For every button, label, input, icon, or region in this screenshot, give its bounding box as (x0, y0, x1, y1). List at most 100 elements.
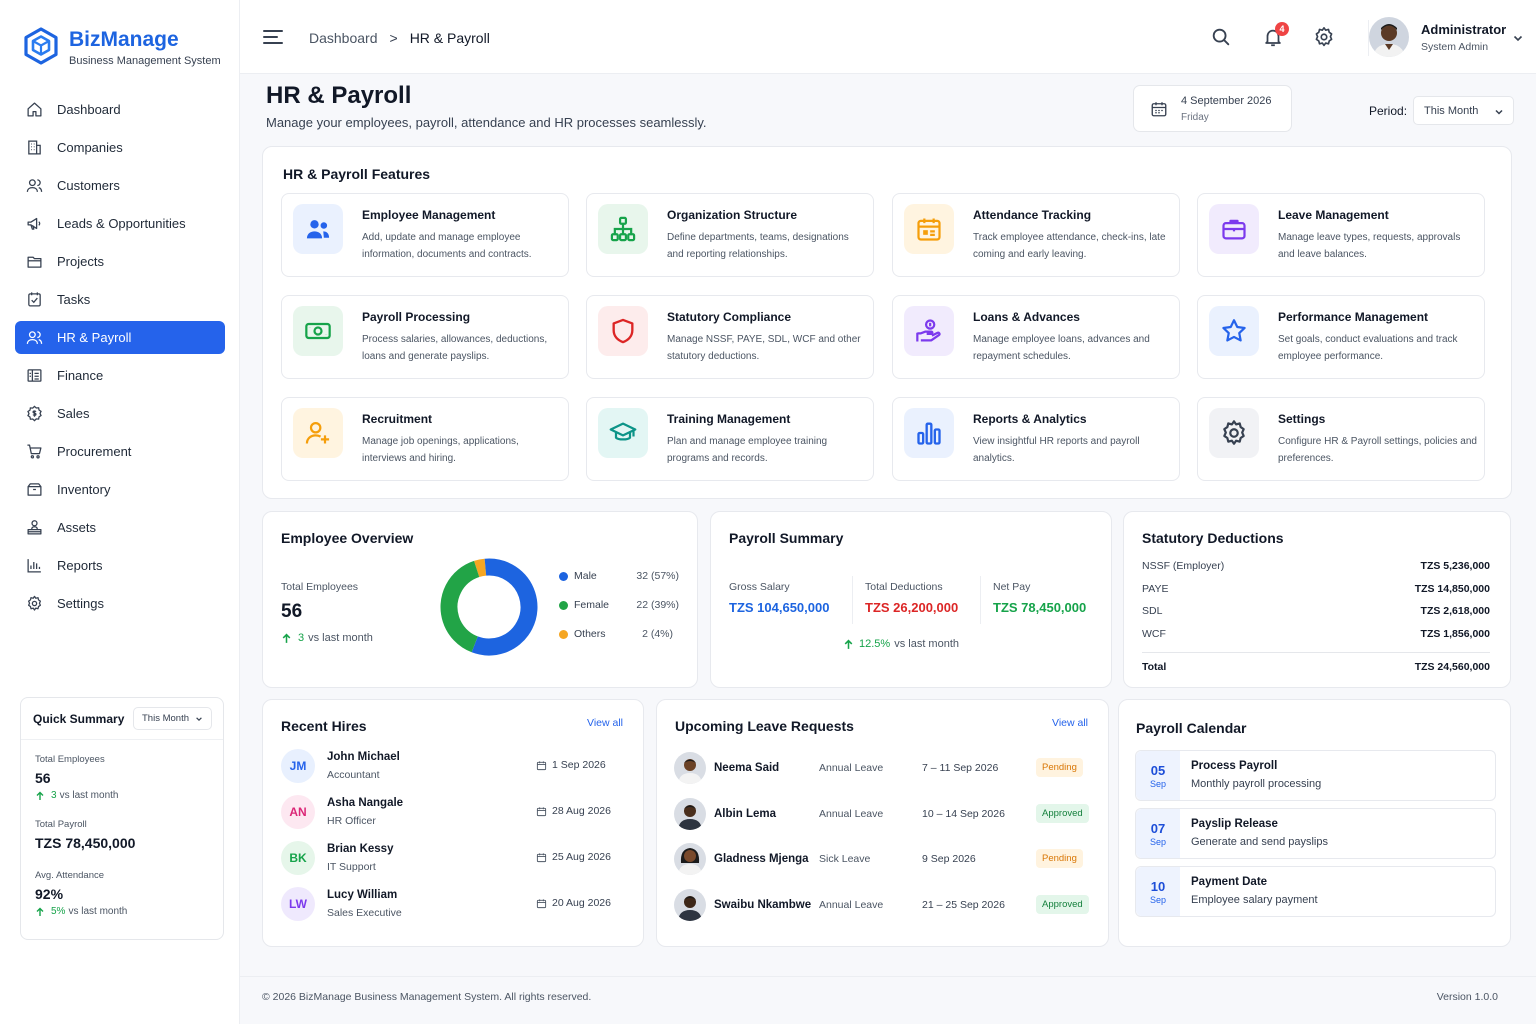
leave-dates: 7 – 11 Sep 2026 (922, 762, 999, 774)
sidebar: BizManage Business Management System Das… (0, 0, 240, 1024)
sidebar-item-procurement[interactable]: Procurement (15, 435, 225, 468)
recent-hire-row[interactable]: BK Brian Kessy IT Support 25 Aug 2026 (281, 841, 626, 877)
feature-card-settings[interactable]: Settings Configure HR & Payroll settings,… (1197, 397, 1485, 481)
sidebar-item-assets[interactable]: Assets (15, 511, 225, 544)
status-badge: Approved (1036, 894, 1089, 914)
leave-request-row[interactable]: Albin Lema Annual Leave 10 – 14 Sep 2026 Ap… (674, 797, 1094, 832)
feature-card-statutory-compliance[interactable]: Statutory Compliance Manage NSSF, PAYE, S… (586, 295, 874, 379)
feature-card-employee-management[interactable]: Employee Management Add, update and manag… (281, 193, 569, 277)
gear-icon (27, 595, 42, 611)
breadcrumb-dashboard[interactable]: Dashboard (309, 30, 378, 46)
sidebar-item-label: HR & Payroll (57, 330, 132, 345)
legend-female: Female (559, 599, 609, 611)
feature-card-reports-and-analytics[interactable]: Reports & Analytics View insightful HR re… (892, 397, 1180, 481)
sidebar-item-label: Settings (57, 596, 104, 611)
qs-payroll-label: Total Payroll (35, 819, 87, 830)
sidebar-item-label: Tasks (57, 292, 91, 307)
feature-icon-box (1209, 306, 1259, 356)
leave-requests-title: Upcoming Leave Requests (675, 718, 854, 734)
quick-summary-period-select[interactable]: This Month (133, 707, 212, 730)
sidebar-item-dashboard[interactable]: Dashboard (15, 93, 225, 126)
feature-card-attendance-tracking[interactable]: Attendance Tracking Track employee attend… (892, 193, 1180, 277)
feature-title: Payroll Processing (362, 310, 471, 324)
feature-card-recruitment[interactable]: Recruitment Manage job openings, applicat… (281, 397, 569, 481)
avatar-initials: LW (281, 887, 315, 921)
gender-donut-chart (440, 558, 538, 656)
sidebar-item-customers[interactable]: Customers (15, 169, 225, 202)
briefcase-icon (1222, 219, 1246, 240)
feature-description: Set goals, conduct evaluations and track… (1278, 334, 1458, 362)
legend-others: Others (559, 628, 606, 640)
qs-employees-trend-value: 3 (51, 790, 57, 801)
payroll-calendar-item[interactable]: 05 Sep Process Payroll Monthly payroll proc… (1135, 750, 1496, 801)
statutory-deductions-card: Statutory Deductions NSSF (Employer) TZS … (1123, 511, 1511, 688)
hamburger-menu-icon[interactable] (262, 28, 284, 46)
quick-summary: Quick Summary This Month Total Employees… (20, 697, 224, 940)
sidebar-item-finance[interactable]: Finance (15, 359, 225, 392)
arrow-up-icon (36, 907, 44, 916)
gear-icon[interactable] (1313, 26, 1335, 48)
user-avatar[interactable] (1369, 17, 1409, 57)
date-display[interactable]: 4 September 2026 Friday (1133, 85, 1292, 132)
sidebar-item-label: Dashboard (57, 102, 121, 117)
calendar-item-title: Process Payroll (1191, 760, 1278, 772)
sidebar-item-label: Customers (57, 178, 120, 193)
feature-card-loans-and-advances[interactable]: Loans & Advances Manage employee loans, a… (892, 295, 1180, 379)
feature-card-organization-structure[interactable]: Organization Structure Define departments… (586, 193, 874, 277)
sidebar-item-inventory[interactable]: Inventory (15, 473, 225, 506)
recent-hire-row[interactable]: JM John Michael Accountant 1 Sep 2026 (281, 749, 626, 785)
status-badge: Approved (1036, 803, 1089, 823)
sidebar-item-leads[interactable]: Leads & Opportunities (15, 207, 225, 240)
payroll-calendar-title: Payroll Calendar (1136, 720, 1247, 736)
recent-hire-row[interactable]: AN Asha Nangale HR Officer 28 Aug 2026 (281, 795, 626, 831)
sidebar-item-tasks[interactable]: Tasks (15, 283, 225, 316)
sidebar-item-label: Sales (57, 406, 90, 421)
feature-description: Process salaries, allowances, deductions… (362, 334, 548, 362)
employees-trend-value: 3 (298, 632, 305, 644)
brand[interactable]: BizManage Business Management System (22, 26, 221, 67)
bar-chart-icon (917, 422, 941, 445)
search-icon[interactable] (1210, 26, 1232, 48)
sidebar-item-companies[interactable]: Companies (15, 131, 225, 164)
leave-requests-view-all-link[interactable]: View all (1052, 717, 1088, 729)
payroll-calendar-item[interactable]: 10 Sep Payment Date Employee salary payment (1135, 866, 1496, 917)
hire-role: HR Officer (327, 815, 376, 827)
feature-icon-box (293, 306, 343, 356)
deduction-value: TZS 2,618,000 (1420, 605, 1490, 617)
sidebar-item-hr-payroll[interactable]: HR & Payroll (15, 321, 225, 354)
recent-hires-view-all-link[interactable]: View all (587, 717, 623, 729)
calendar-item-title: Payment Date (1191, 876, 1268, 888)
calendar-icon (536, 853, 547, 863)
feature-icon-box (904, 306, 954, 356)
recent-hire-row[interactable]: LW Lucy William Sales Executive 20 Aug 2026 (281, 887, 626, 923)
employees-trend-text: vs last month (308, 632, 373, 644)
feature-description: Manage job openings, applications, inter… (362, 436, 519, 464)
legend-female-dot (559, 600, 568, 610)
sidebar-item-reports[interactable]: Reports (15, 549, 225, 582)
deduction-label: SDL (1142, 605, 1163, 617)
leave-request-row[interactable]: Gladness Mjenga Sick Leave 9 Sep 2026 Pendi… (674, 843, 1094, 877)
sidebar-item-sales[interactable]: Sales (15, 397, 225, 430)
sidebar-item-settings[interactable]: Settings (15, 587, 225, 620)
footer: © 2026 BizManage Business Management Sys… (240, 976, 1536, 1024)
feature-card-payroll-processing[interactable]: Payroll Processing Process salaries, allo… (281, 295, 569, 379)
employee-photo (674, 888, 706, 921)
feature-description: Track employee attendance, check-ins, la… (973, 232, 1166, 260)
employee-overview-card: Employee Overview Total Employees 56 3 v… (262, 511, 698, 688)
feature-card-training-management[interactable]: Training Management Plan and manage emplo… (586, 397, 874, 481)
deduction-row-wcf: WCF TZS 1,856,000 (1142, 628, 1490, 640)
qs-attendance-trend-value: 5% (51, 906, 66, 917)
chevron-down-icon[interactable] (1512, 32, 1524, 44)
hire-date: 28 Aug 2026 (552, 805, 611, 817)
sidebar-item-projects[interactable]: Projects (15, 245, 225, 278)
feature-card-leave-management[interactable]: Leave Management Manage leave types, requ… (1197, 193, 1485, 277)
feature-card-performance-management[interactable]: Performance Management Set goals, conduct… (1197, 295, 1485, 379)
legend-others-value: 2 (4%) (642, 628, 673, 640)
period-select[interactable]: This Month (1413, 96, 1514, 125)
sidebar-item-label: Procurement (57, 444, 132, 459)
leave-request-row[interactable]: Neema Said Annual Leave 7 – 11 Sep 2026 Pen… (674, 752, 1094, 786)
leave-request-row[interactable]: Swaibu Nkambwe Annual Leave 21 – 25 Sep 20… (674, 888, 1094, 923)
user-name[interactable]: Administrator (1421, 22, 1506, 37)
deduction-value: TZS 5,236,000 (1420, 560, 1490, 572)
payroll-calendar-item[interactable]: 07 Sep Payslip Release Generate and send pa… (1135, 808, 1496, 859)
